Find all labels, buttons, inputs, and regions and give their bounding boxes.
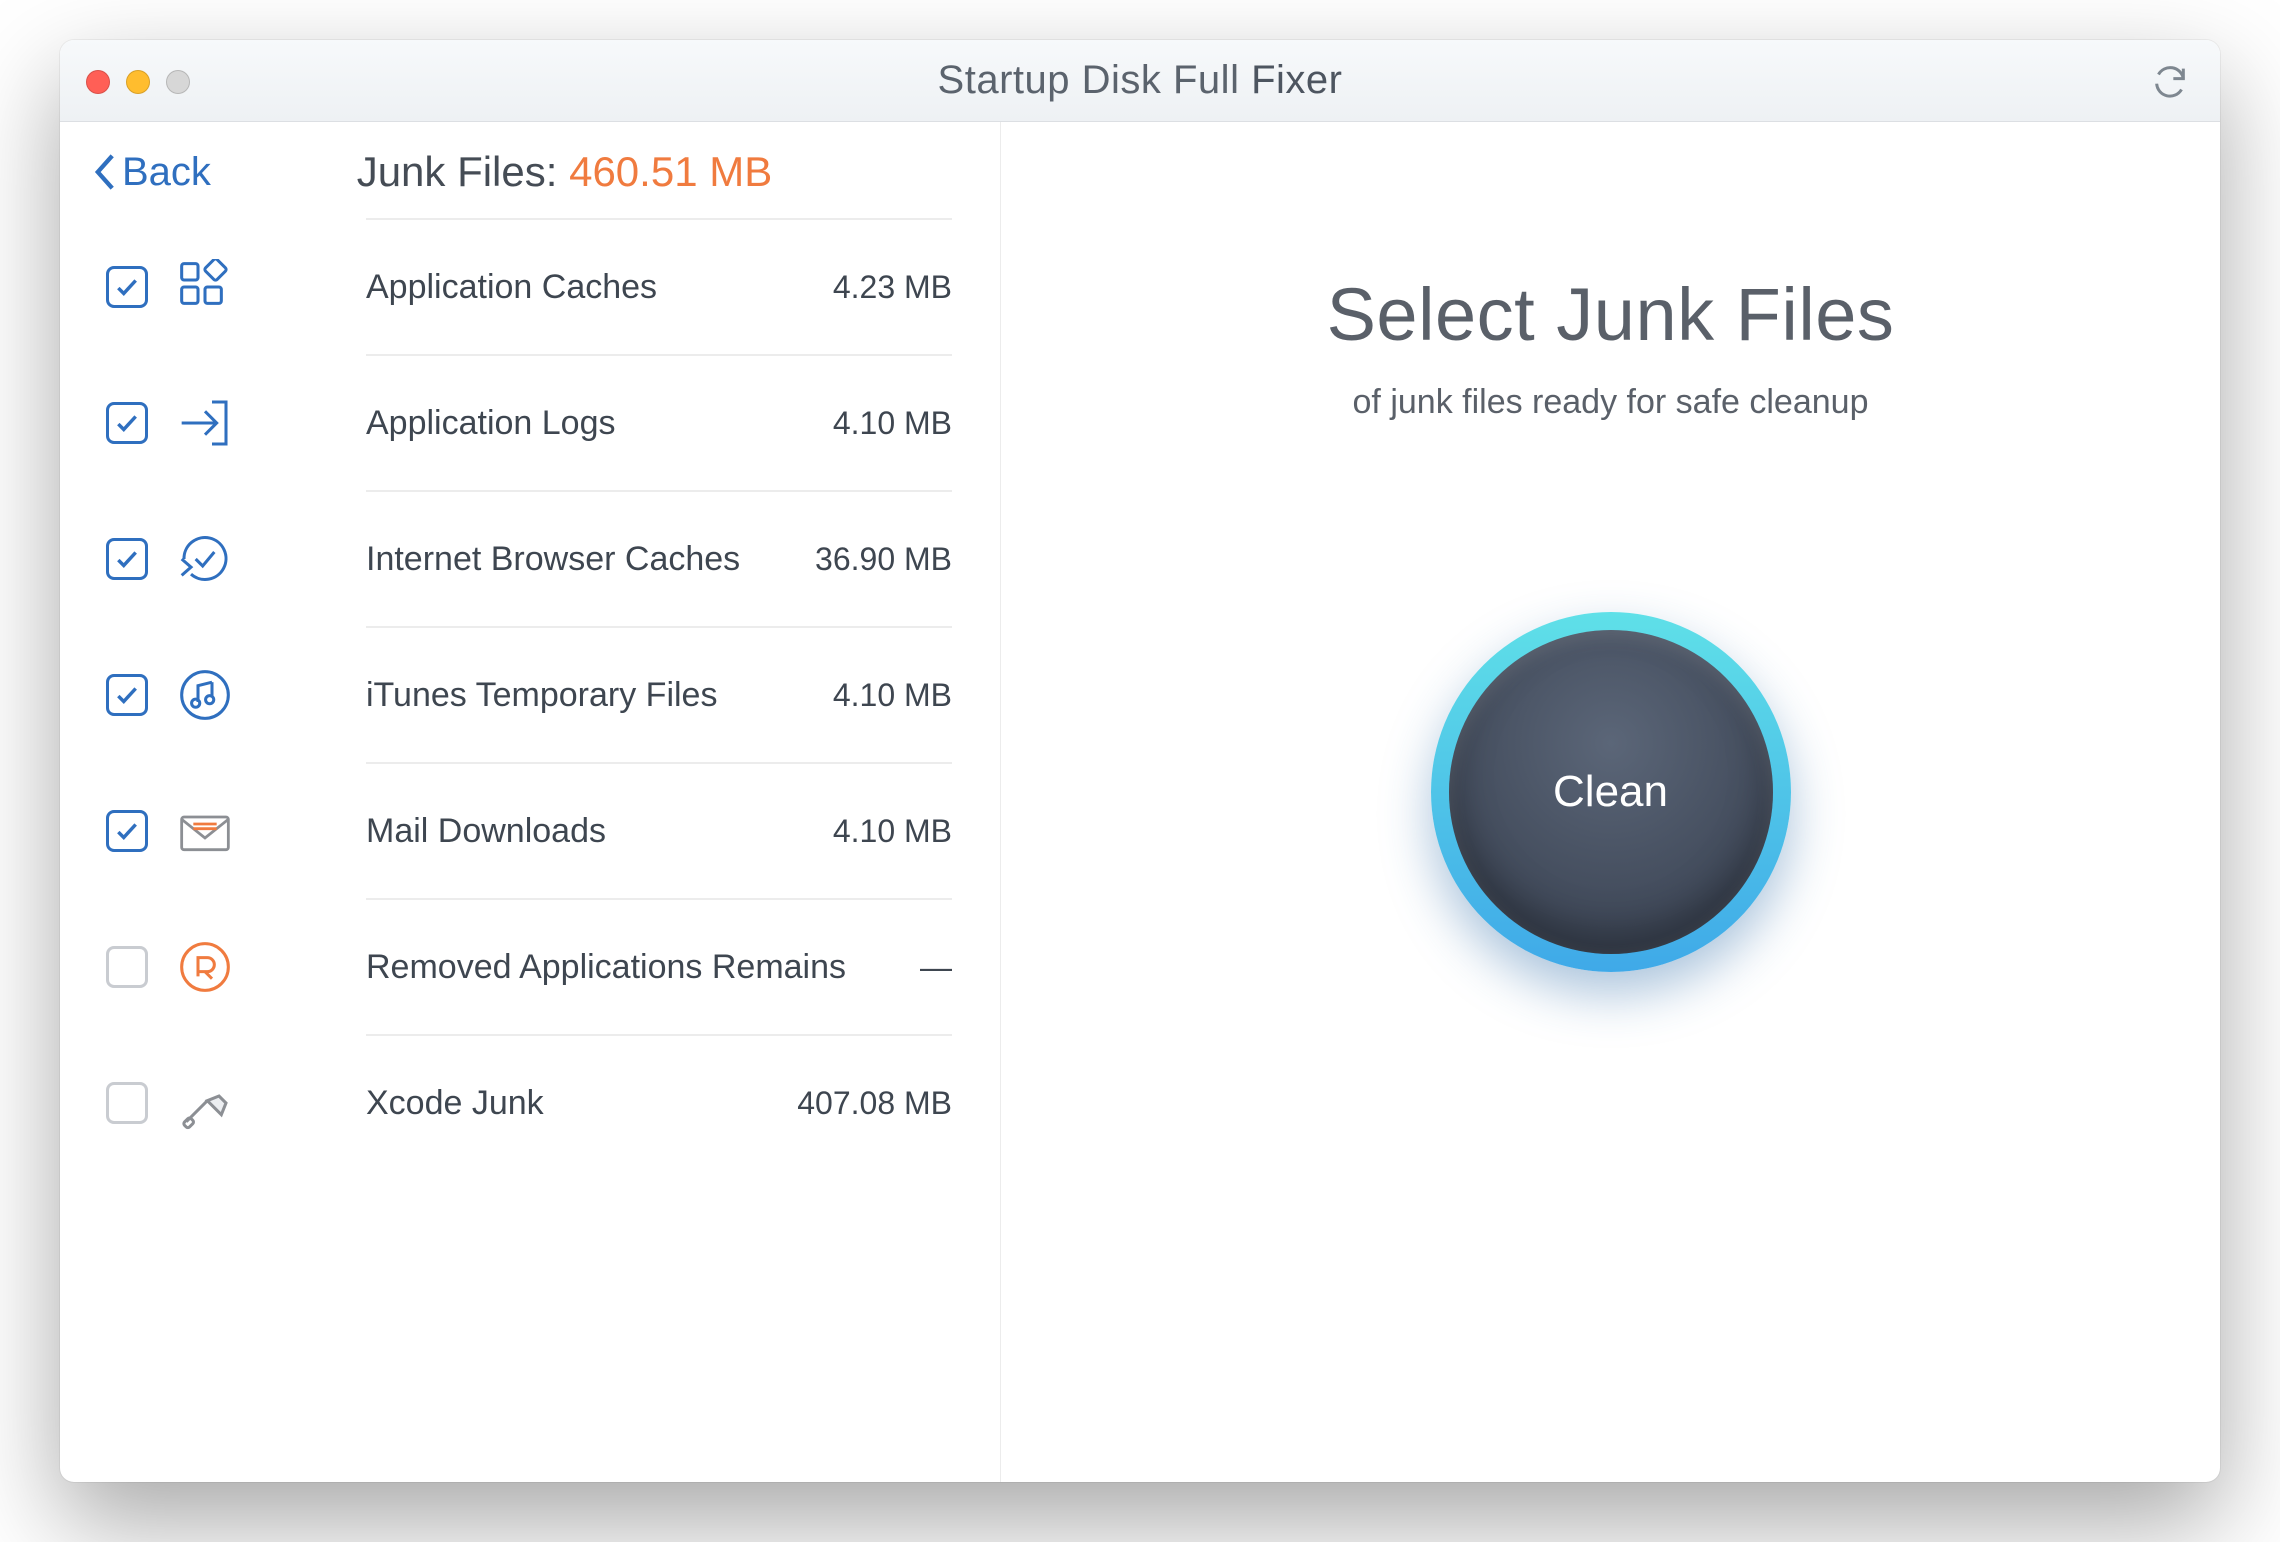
- itunes-icon: [176, 666, 234, 724]
- item-label: Removed Applications Remains: [366, 948, 846, 987]
- check-icon: [114, 682, 140, 708]
- list-item[interactable]: iTunes Temporary Files 4.10 MB: [366, 626, 952, 762]
- checkbox[interactable]: [106, 1082, 148, 1124]
- item-size: 4.10 MB: [833, 405, 952, 442]
- right-heading: Select Junk Files: [1327, 272, 1895, 357]
- item-label: Application Caches: [366, 268, 657, 307]
- checkbox[interactable]: [106, 538, 148, 580]
- item-label: Application Logs: [366, 404, 616, 443]
- clean-button-label: Clean: [1553, 767, 1668, 817]
- right-subtitle: of junk files ready for safe cleanup: [1353, 383, 1869, 422]
- checkbox[interactable]: [106, 946, 148, 988]
- item-size: —: [920, 949, 952, 986]
- item-label: Mail Downloads: [366, 812, 606, 851]
- refresh-icon: [2150, 62, 2190, 102]
- mail-icon: [176, 802, 234, 860]
- junk-files-label: Junk Files:: [357, 148, 569, 195]
- list-item[interactable]: Internet Browser Caches 36.90 MB: [366, 490, 952, 626]
- clean-button[interactable]: Clean: [1431, 612, 1791, 972]
- item-label: Xcode Junk: [366, 1084, 544, 1123]
- window-controls: [86, 70, 190, 94]
- right-panel: Select Junk Files of junk files ready fo…: [1000, 122, 2220, 1482]
- chevron-left-icon: [94, 154, 116, 190]
- removed-apps-icon: [176, 938, 234, 996]
- item-size: 4.10 MB: [833, 813, 952, 850]
- check-icon: [114, 546, 140, 572]
- item-size: 4.23 MB: [833, 269, 952, 306]
- item-label: Internet Browser Caches: [366, 540, 740, 579]
- window-title: Startup Disk Full Fixer: [938, 58, 1343, 103]
- checkbox[interactable]: [106, 402, 148, 444]
- app-caches-icon: [176, 258, 234, 316]
- junk-files-size: 460.51 MB: [569, 148, 772, 195]
- check-icon: [114, 274, 140, 300]
- back-label: Back: [122, 150, 211, 195]
- junk-list: Application Caches 4.23 MB: [60, 218, 1000, 1170]
- window-title-prefix: Startup Disk Full: [938, 58, 1252, 102]
- junk-files-summary: Junk Files: 460.51 MB: [357, 148, 773, 196]
- check-icon: [114, 410, 140, 436]
- item-size: 36.90 MB: [815, 541, 952, 578]
- list-item[interactable]: Application Logs 4.10 MB: [366, 354, 952, 490]
- app-logs-icon: [176, 394, 234, 452]
- left-header: Back Junk Files: 460.51 MB: [60, 148, 1000, 218]
- zoom-window-button[interactable]: [166, 70, 190, 94]
- back-button[interactable]: Back: [94, 150, 211, 195]
- close-window-button[interactable]: [86, 70, 110, 94]
- titlebar: Startup Disk Full Fixer: [60, 40, 2220, 122]
- window-title-bold: Fixer: [1251, 58, 1342, 102]
- item-size: 4.10 MB: [833, 677, 952, 714]
- checkbox[interactable]: [106, 674, 148, 716]
- minimize-window-button[interactable]: [126, 70, 150, 94]
- list-item[interactable]: Removed Applications Remains —: [366, 898, 952, 1034]
- list-item[interactable]: Application Caches 4.23 MB: [366, 218, 952, 354]
- list-item[interactable]: Xcode Junk 407.08 MB: [366, 1034, 952, 1170]
- checkbox[interactable]: [106, 266, 148, 308]
- refresh-button[interactable]: [2150, 62, 2190, 102]
- xcode-icon: [176, 1074, 234, 1132]
- check-icon: [114, 818, 140, 844]
- item-size: 407.08 MB: [797, 1085, 952, 1122]
- browser-caches-icon: [176, 530, 234, 588]
- list-item[interactable]: Mail Downloads 4.10 MB: [366, 762, 952, 898]
- checkbox[interactable]: [106, 810, 148, 852]
- content-area: Back Junk Files: 460.51 MB: [60, 122, 2220, 1482]
- app-window: Startup Disk Full Fixer Back Junk File: [60, 40, 2220, 1482]
- item-label: iTunes Temporary Files: [366, 676, 717, 715]
- left-panel: Back Junk Files: 460.51 MB: [60, 122, 1000, 1482]
